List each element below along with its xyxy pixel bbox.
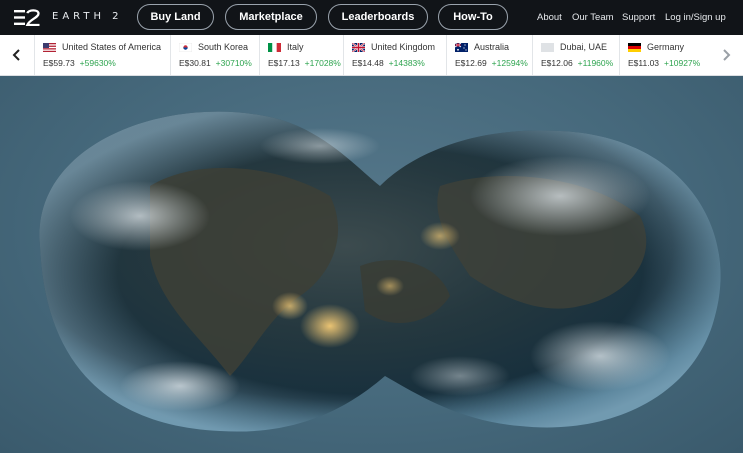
our-team-link[interactable]: Our Team — [572, 12, 614, 23]
marketplace-button[interactable]: Marketplace — [225, 4, 317, 30]
kr-flag-icon — [179, 42, 192, 52]
price-value: E$11.03 — [628, 58, 660, 68]
au-flag-icon — [455, 42, 468, 52]
country-name: South Korea — [198, 42, 249, 52]
ticker-prev-button[interactable] — [0, 35, 34, 75]
ticker-item-south-korea[interactable]: South Korea E$30.81 +30710% — [170, 35, 259, 75]
earth-globe-illustration — [39, 111, 721, 432]
ticker-next-button[interactable] — [709, 35, 743, 75]
change-value: +11960% — [577, 58, 614, 68]
change-value: +30710% — [215, 58, 252, 68]
it-flag-icon — [268, 42, 281, 52]
buy-land-button[interactable]: Buy Land — [137, 4, 214, 30]
ticker-item-australia[interactable]: Australia E$12.69 +12594% — [446, 35, 532, 75]
change-value: +10927% — [664, 58, 701, 68]
country-name: United Kingdom — [371, 42, 436, 52]
brand-wordmark: EARTH 2 — [52, 11, 123, 22]
chevron-right-icon — [723, 49, 731, 61]
ticker-item-usa[interactable]: United States of America E$59.73 +59630% — [34, 35, 170, 75]
price-value: E$17.13 — [268, 58, 300, 68]
change-value: +12594% — [491, 58, 528, 68]
ticker-item-germany[interactable]: Germany E$11.03 +10927% — [619, 35, 709, 75]
ticker-item-dubai[interactable]: Dubai, UAE E$12.06 +11960% — [532, 35, 619, 75]
how-to-button[interactable]: How-To — [438, 4, 508, 30]
price-value: E$12.06 — [541, 58, 573, 68]
support-link[interactable]: Support — [622, 12, 655, 23]
price-value: E$14.48 — [352, 58, 384, 68]
price-value: E$59.73 — [43, 58, 75, 68]
country-name: Australia — [474, 42, 510, 52]
change-value: +59630% — [79, 58, 116, 68]
de-flag-icon — [628, 42, 641, 52]
price-value: E$12.69 — [455, 58, 487, 68]
country-price-ticker: United States of America E$59.73 +59630% … — [0, 35, 743, 76]
country-name: Italy — [287, 42, 304, 52]
about-link[interactable]: About — [537, 12, 562, 23]
country-name: United States of America — [62, 42, 162, 52]
blank-flag-icon — [541, 42, 554, 52]
hero-earth-visual — [0, 76, 743, 453]
login-signup-link[interactable]: Log in/Sign up — [665, 12, 726, 23]
uk-flag-icon — [352, 42, 365, 52]
earth2-logo-icon[interactable] — [14, 9, 40, 26]
top-navigation-bar: EARTH 2 Buy Land Marketplace Leaderboard… — [0, 0, 743, 35]
leaderboards-button[interactable]: Leaderboards — [328, 4, 428, 30]
change-value: +14383% — [388, 58, 425, 68]
chevron-left-icon — [12, 49, 20, 61]
change-value: +17028% — [304, 58, 341, 68]
ticker-item-united-kingdom[interactable]: United Kingdom E$14.48 +14383% — [343, 35, 446, 75]
country-name: Germany — [647, 42, 685, 52]
us-flag-icon — [43, 42, 56, 52]
ticker-item-italy[interactable]: Italy E$17.13 +17028% — [259, 35, 343, 75]
country-name: Dubai, UAE — [560, 42, 608, 52]
price-value: E$30.81 — [179, 58, 211, 68]
